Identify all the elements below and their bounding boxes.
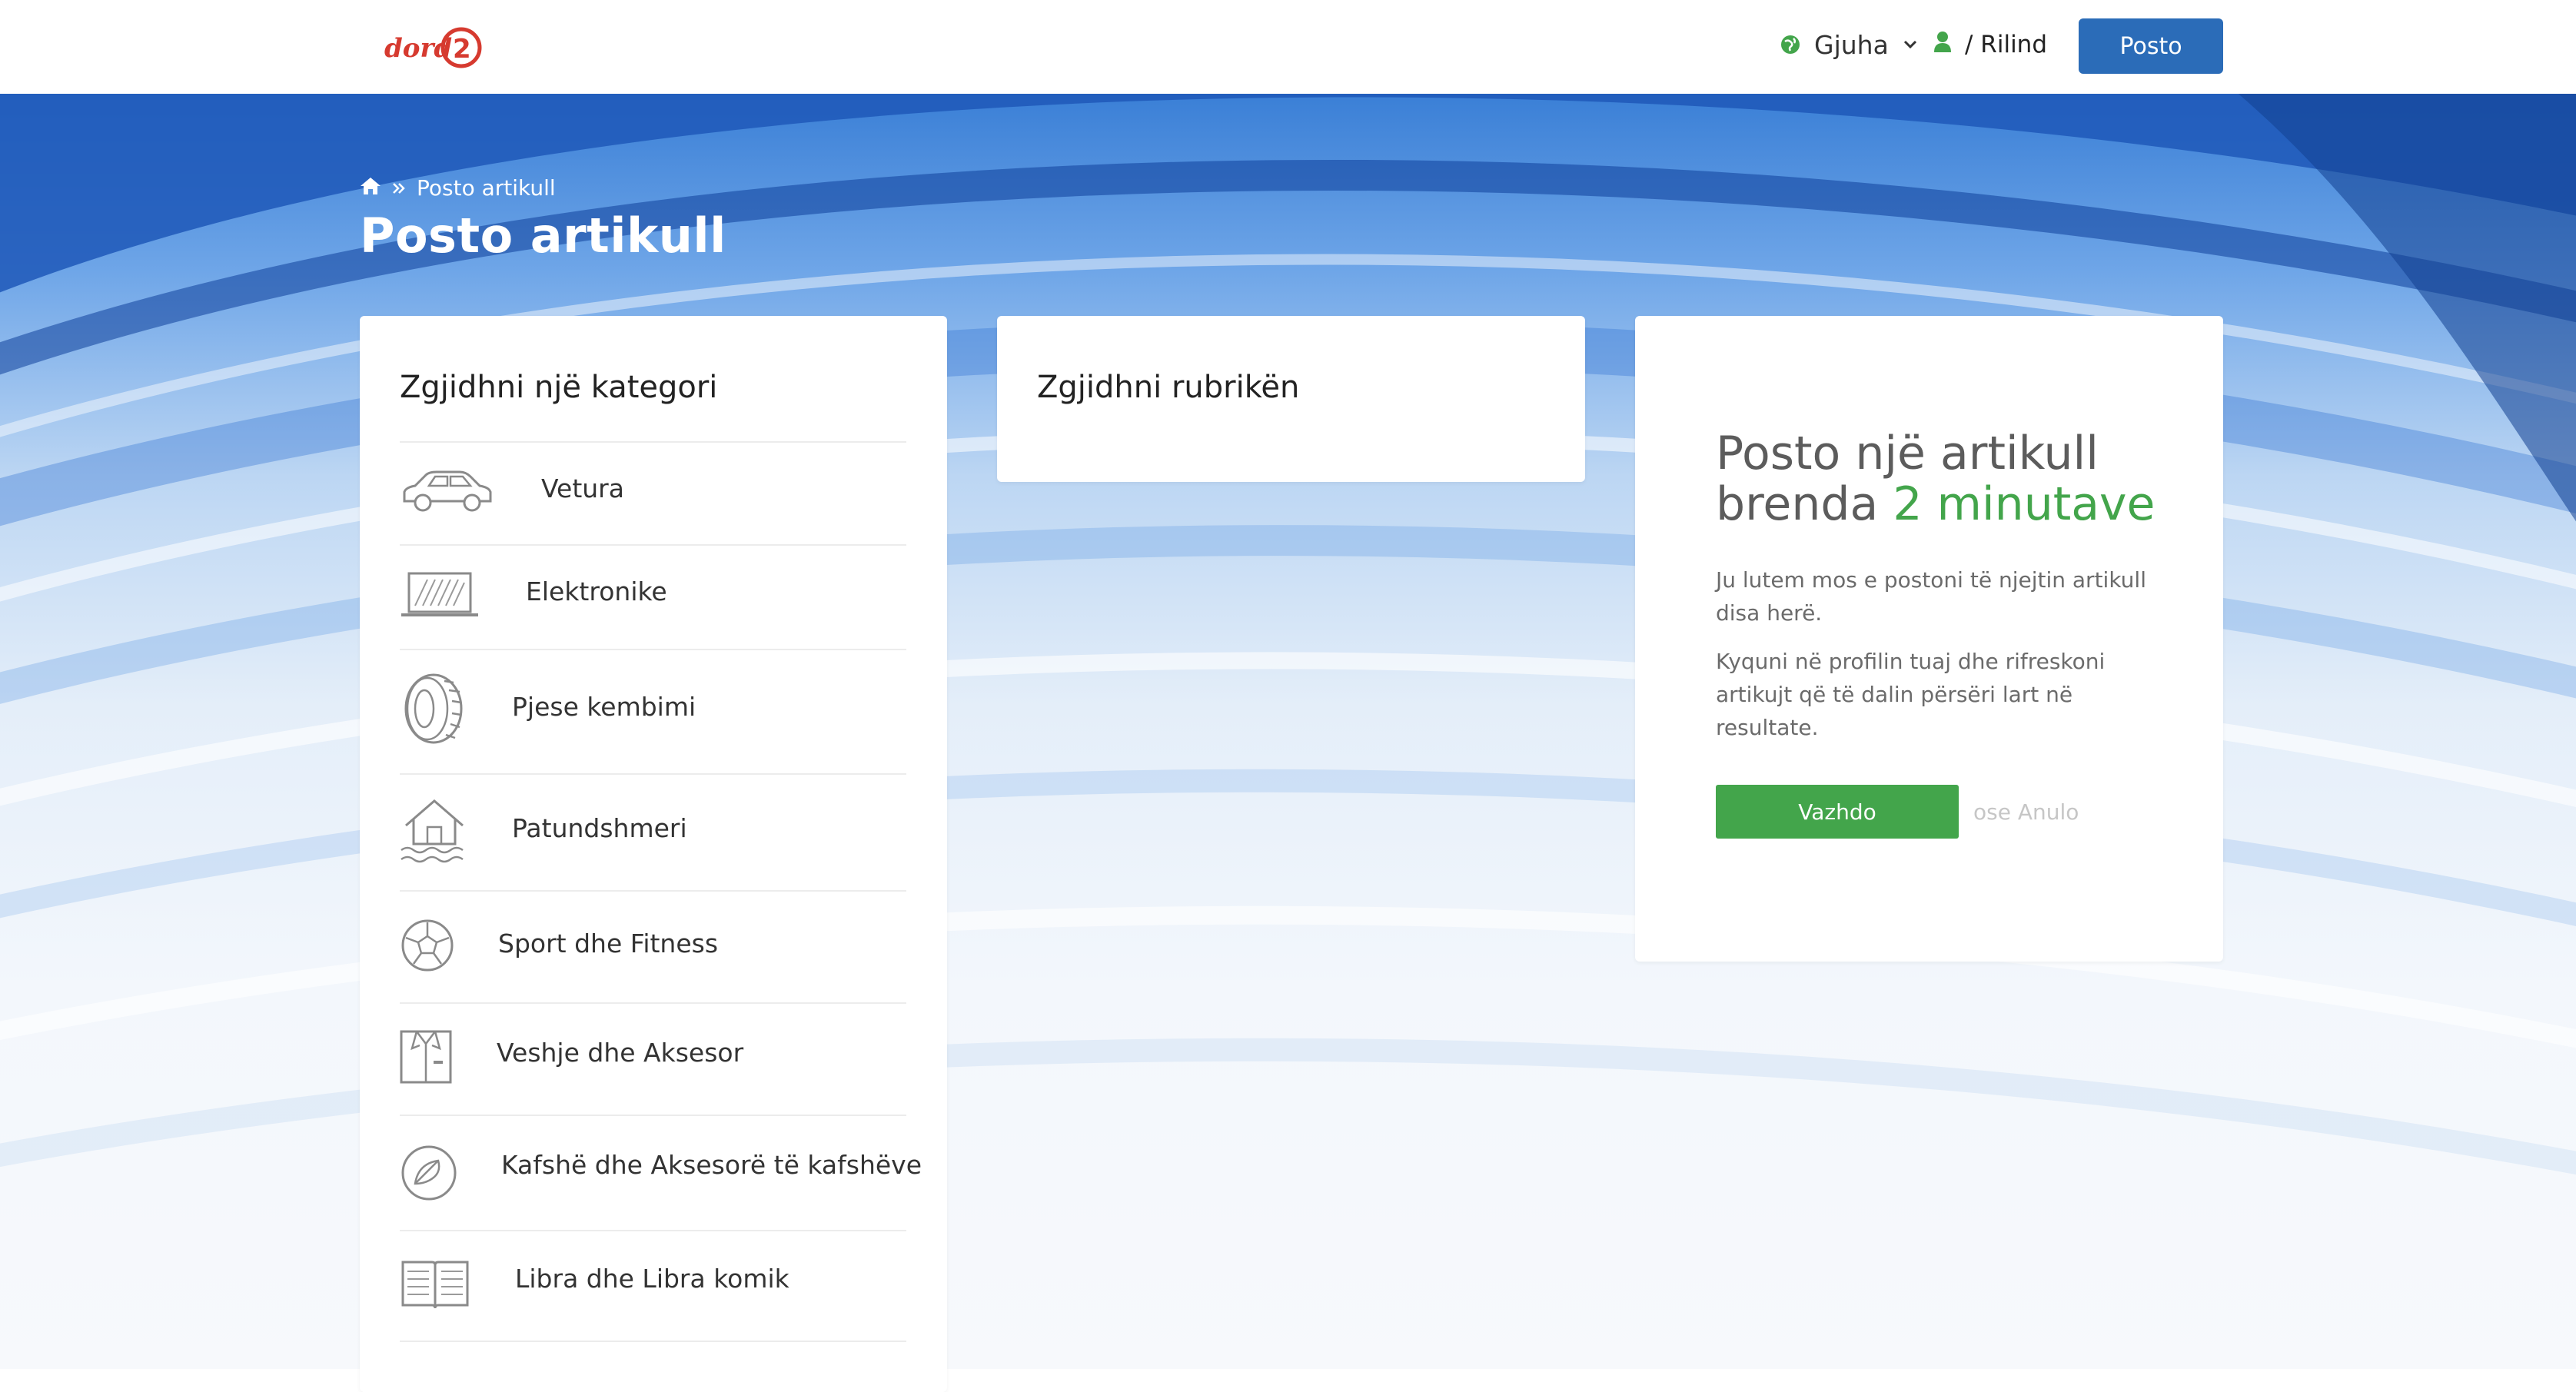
category-label: Libra dhe Libra komik — [515, 1264, 789, 1294]
category-heading: Zgjidhni një kategori — [400, 370, 718, 405]
category-item-elektronike[interactable]: Elektronike — [400, 544, 906, 649]
user-menu[interactable]: / Rilind — [1934, 28, 2047, 61]
site-logo[interactable]: dord 2 — [381, 22, 483, 71]
post-button[interactable]: Posto — [2079, 18, 2223, 74]
category-label: Elektronike — [526, 576, 667, 606]
cancel-link[interactable]: ose Anulo — [1973, 799, 2079, 825]
category-list: Vetura Elektronike Pjese kembimi Patunds… — [400, 441, 922, 1342]
category-label: Patundshmeri — [512, 813, 687, 843]
category-item-vetura[interactable]: Vetura — [400, 441, 906, 544]
category-item-veshje-dhe-aksesor[interactable]: Veshje dhe Aksesor — [400, 1002, 906, 1115]
category-label: Kafshë dhe Aksesorë të kafshëve — [501, 1150, 922, 1180]
subcategory-card: Zgjidhni rubrikën — [997, 316, 1585, 482]
top-header: dord 2 Gjuha / Rilind Posto — [0, 0, 2576, 94]
globe-icon — [1780, 35, 1800, 55]
house-icon — [400, 795, 469, 867]
category-label: Veshje dhe Aksesor — [497, 1038, 744, 1068]
category-label: Vetura — [541, 473, 624, 503]
pet-icon — [400, 1144, 458, 1205]
category-item-pjese-kembimi[interactable]: Pjese kembimi — [400, 649, 906, 773]
category-item-sport-dhe-fitness[interactable]: Sport dhe Fitness — [400, 890, 906, 1002]
book-icon — [400, 1257, 470, 1316]
page-title: Posto artikull — [360, 208, 726, 264]
category-item-patundshmeri[interactable]: Patundshmeri — [400, 773, 906, 890]
info-title-accent: 2 minutave — [1893, 477, 2156, 531]
info-paragraph-2: Kyquni në profilin tuaj dhe rifreskoni a… — [1716, 649, 2106, 740]
category-card: Zgjidhni një kategori Vetura Elektronike… — [360, 316, 947, 1392]
double-chevron-right-icon — [392, 175, 406, 201]
soccer-ball-icon — [400, 918, 455, 976]
breadcrumb-current: Posto artikull — [417, 175, 556, 201]
home-icon[interactable] — [360, 175, 381, 201]
subcategory-heading: Zgjidhni rubrikën — [1037, 370, 1300, 405]
car-icon — [400, 466, 495, 523]
language-label: Gjuha — [1814, 29, 1889, 60]
language-selector[interactable]: Gjuha — [1780, 28, 1918, 61]
laptop-icon — [400, 567, 480, 624]
category-item-libra[interactable]: Libra dhe Libra komik — [400, 1230, 906, 1342]
info-title: Posto një artikull brenda 2 minutave — [1716, 428, 2192, 530]
breadcrumb: Posto artikull — [360, 175, 556, 201]
category-label: Pjese kembimi — [512, 692, 696, 722]
chevron-down-icon — [1903, 39, 1918, 50]
category-item-kafshe-dhe-aksesore[interactable]: Kafshë dhe Aksesorë të kafshëve — [400, 1115, 922, 1230]
user-icon — [1934, 31, 1951, 58]
svg-text:2: 2 — [453, 34, 471, 65]
info-title-prefix: brenda — [1716, 477, 1893, 531]
post-info-card: Posto një artikull brenda 2 minutave Ju … — [1635, 316, 2223, 962]
shirt-icon — [400, 1027, 454, 1088]
tire-icon — [400, 672, 464, 749]
continue-button[interactable]: Vazhdo — [1716, 785, 1959, 839]
logo-icon: dord 2 — [384, 27, 482, 68]
category-label: Sport dhe Fitness — [498, 929, 719, 958]
user-name: / Rilind — [1965, 31, 2048, 58]
info-title-line1: Posto një artikull — [1716, 427, 2099, 480]
info-paragraph-1: Ju lutem mos e postoni të njejtin artiku… — [1716, 567, 2146, 626]
